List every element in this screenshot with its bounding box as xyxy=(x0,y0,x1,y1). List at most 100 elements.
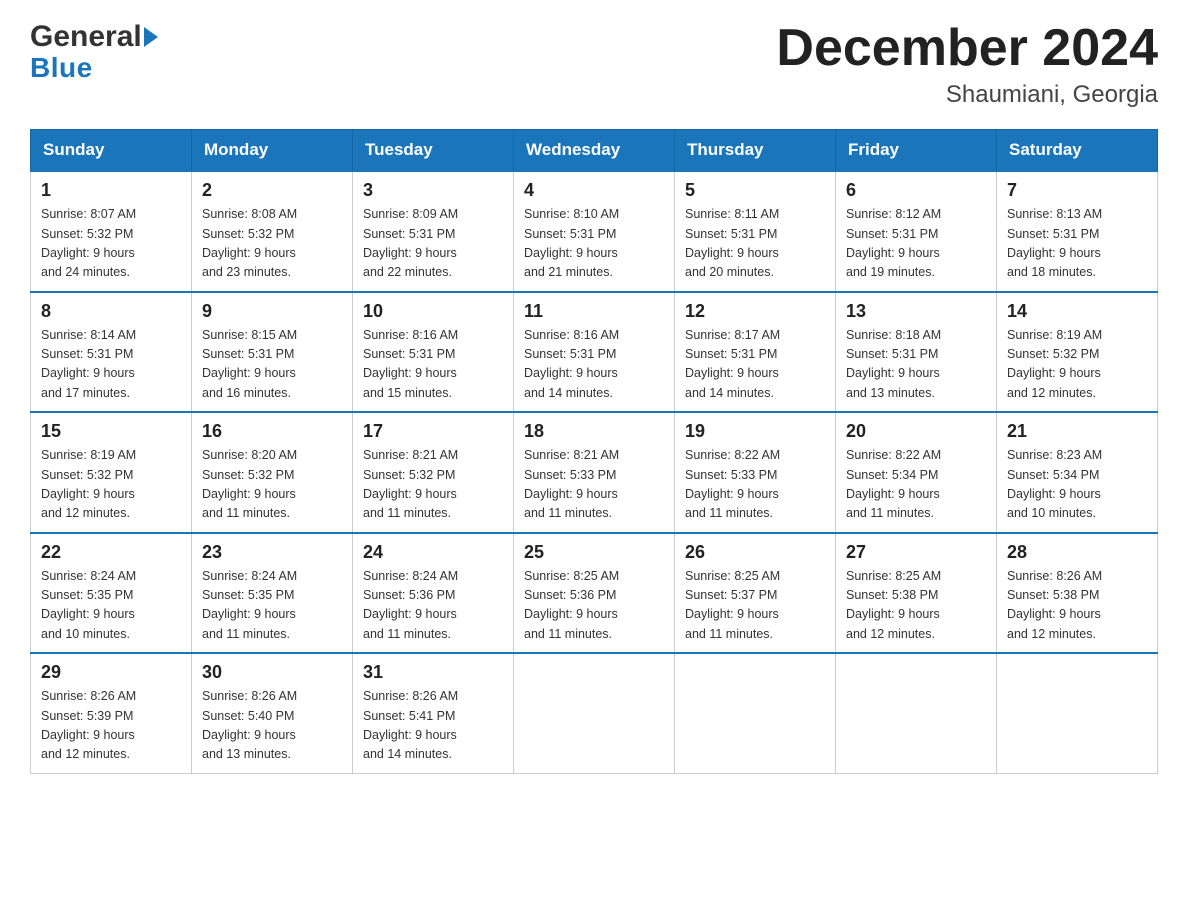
calendar-day-cell xyxy=(836,653,997,773)
calendar-day-cell: 11Sunrise: 8:16 AMSunset: 5:31 PMDayligh… xyxy=(514,292,675,413)
day-number: 12 xyxy=(685,301,825,322)
day-number: 31 xyxy=(363,662,503,683)
logo: General Blue xyxy=(30,20,158,84)
day-info: Sunrise: 8:15 AMSunset: 5:31 PMDaylight:… xyxy=(202,326,342,404)
day-number: 2 xyxy=(202,180,342,201)
day-number: 7 xyxy=(1007,180,1147,201)
day-number: 24 xyxy=(363,542,503,563)
day-info: Sunrise: 8:21 AMSunset: 5:32 PMDaylight:… xyxy=(363,446,503,524)
day-number: 22 xyxy=(41,542,181,563)
calendar-day-cell: 30 Sunrise: 8:26 AMSunset: 5:40 PMDayligh… xyxy=(192,653,353,773)
calendar-day-cell: 18 Sunrise: 8:21 AMSunset: 5:33 PMDayligh… xyxy=(514,412,675,533)
day-info: Sunrise: 8:08 AMSunset: 5:32 PMDaylight:… xyxy=(202,205,342,283)
day-number: 23 xyxy=(202,542,342,563)
col-thursday: Thursday xyxy=(675,130,836,172)
calendar-day-cell: 19 Sunrise: 8:22 AMSunset: 5:33 PMDayligh… xyxy=(675,412,836,533)
calendar-day-cell: 29 Sunrise: 8:26 AMSunset: 5:39 PMDayligh… xyxy=(31,653,192,773)
calendar-day-cell: 5 Sunrise: 8:11 AMSunset: 5:31 PMDaylight… xyxy=(675,171,836,292)
day-info: Sunrise: 8:16 AMSunset: 5:31 PMDaylight:… xyxy=(363,326,503,404)
day-info: Sunrise: 8:16 AMSunset: 5:31 PMDaylight:… xyxy=(524,326,664,404)
day-number: 14 xyxy=(1007,301,1147,322)
page-location: Shaumiani, Georgia xyxy=(776,81,1158,109)
day-info: Sunrise: 8:19 AMSunset: 5:32 PMDaylight:… xyxy=(41,446,181,524)
day-number: 1 xyxy=(41,180,181,201)
calendar-week-row: 15Sunrise: 8:19 AMSunset: 5:32 PMDayligh… xyxy=(31,412,1158,533)
day-info: Sunrise: 8:25 AMSunset: 5:36 PMDaylight:… xyxy=(524,567,664,645)
day-info: Sunrise: 8:07 AMSunset: 5:32 PMDaylight:… xyxy=(41,205,181,283)
day-number: 3 xyxy=(363,180,503,201)
calendar-day-cell: 8 Sunrise: 8:14 AMSunset: 5:31 PMDaylight… xyxy=(31,292,192,413)
page-title: December 2024 xyxy=(776,20,1158,77)
day-info: Sunrise: 8:26 AMSunset: 5:40 PMDaylight:… xyxy=(202,687,342,765)
calendar-day-cell: 16Sunrise: 8:20 AMSunset: 5:32 PMDayligh… xyxy=(192,412,353,533)
calendar-day-cell: 28 Sunrise: 8:26 AMSunset: 5:38 PMDayligh… xyxy=(997,533,1158,654)
day-number: 8 xyxy=(41,301,181,322)
calendar-day-cell: 6Sunrise: 8:12 AMSunset: 5:31 PMDaylight… xyxy=(836,171,997,292)
day-info: Sunrise: 8:11 AMSunset: 5:31 PMDaylight:… xyxy=(685,205,825,283)
logo-general-text: General xyxy=(30,20,142,54)
day-info: Sunrise: 8:24 AMSunset: 5:35 PMDaylight:… xyxy=(41,567,181,645)
calendar-week-row: 1 Sunrise: 8:07 AMSunset: 5:32 PMDaylight… xyxy=(31,171,1158,292)
calendar-week-row: 22 Sunrise: 8:24 AMSunset: 5:35 PMDayligh… xyxy=(31,533,1158,654)
day-info: Sunrise: 8:26 AMSunset: 5:39 PMDaylight:… xyxy=(41,687,181,765)
day-number: 26 xyxy=(685,542,825,563)
day-info: Sunrise: 8:22 AMSunset: 5:34 PMDaylight:… xyxy=(846,446,986,524)
col-tuesday: Tuesday xyxy=(353,130,514,172)
day-info: Sunrise: 8:13 AMSunset: 5:31 PMDaylight:… xyxy=(1007,205,1147,283)
day-info: Sunrise: 8:22 AMSunset: 5:33 PMDaylight:… xyxy=(685,446,825,524)
calendar-header-row: Sunday Monday Tuesday Wednesday Thursday… xyxy=(31,130,1158,172)
day-info: Sunrise: 8:20 AMSunset: 5:32 PMDaylight:… xyxy=(202,446,342,524)
calendar-day-cell: 10 Sunrise: 8:16 AMSunset: 5:31 PMDayligh… xyxy=(353,292,514,413)
calendar-day-cell: 21 Sunrise: 8:23 AMSunset: 5:34 PMDayligh… xyxy=(997,412,1158,533)
day-number: 10 xyxy=(363,301,503,322)
day-info: Sunrise: 8:17 AMSunset: 5:31 PMDaylight:… xyxy=(685,326,825,404)
day-number: 29 xyxy=(41,662,181,683)
day-number: 25 xyxy=(524,542,664,563)
day-number: 21 xyxy=(1007,421,1147,442)
day-number: 18 xyxy=(524,421,664,442)
calendar-day-cell: 3Sunrise: 8:09 AMSunset: 5:31 PMDaylight… xyxy=(353,171,514,292)
calendar-day-cell: 9 Sunrise: 8:15 AMSunset: 5:31 PMDaylight… xyxy=(192,292,353,413)
day-number: 27 xyxy=(846,542,986,563)
calendar-day-cell: 26 Sunrise: 8:25 AMSunset: 5:37 PMDayligh… xyxy=(675,533,836,654)
calendar-day-cell: 25 Sunrise: 8:25 AMSunset: 5:36 PMDayligh… xyxy=(514,533,675,654)
day-info: Sunrise: 8:23 AMSunset: 5:34 PMDaylight:… xyxy=(1007,446,1147,524)
day-info: Sunrise: 8:24 AMSunset: 5:35 PMDaylight:… xyxy=(202,567,342,645)
calendar-week-row: 8 Sunrise: 8:14 AMSunset: 5:31 PMDaylight… xyxy=(31,292,1158,413)
day-info: Sunrise: 8:19 AMSunset: 5:32 PMDaylight:… xyxy=(1007,326,1147,404)
calendar-day-cell xyxy=(675,653,836,773)
day-number: 20 xyxy=(846,421,986,442)
day-info: Sunrise: 8:24 AMSunset: 5:36 PMDaylight:… xyxy=(363,567,503,645)
calendar-day-cell: 15Sunrise: 8:19 AMSunset: 5:32 PMDayligh… xyxy=(31,412,192,533)
calendar-day-cell: 27Sunrise: 8:25 AMSunset: 5:38 PMDayligh… xyxy=(836,533,997,654)
day-info: Sunrise: 8:25 AMSunset: 5:37 PMDaylight:… xyxy=(685,567,825,645)
day-number: 19 xyxy=(685,421,825,442)
day-number: 9 xyxy=(202,301,342,322)
calendar-day-cell: 13Sunrise: 8:18 AMSunset: 5:31 PMDayligh… xyxy=(836,292,997,413)
day-number: 5 xyxy=(685,180,825,201)
day-number: 13 xyxy=(846,301,986,322)
day-number: 28 xyxy=(1007,542,1147,563)
col-friday: Friday xyxy=(836,130,997,172)
col-saturday: Saturday xyxy=(997,130,1158,172)
calendar-day-cell: 22 Sunrise: 8:24 AMSunset: 5:35 PMDayligh… xyxy=(31,533,192,654)
day-info: Sunrise: 8:21 AMSunset: 5:33 PMDaylight:… xyxy=(524,446,664,524)
calendar-day-cell: 2 Sunrise: 8:08 AMSunset: 5:32 PMDaylight… xyxy=(192,171,353,292)
calendar-day-cell: 4Sunrise: 8:10 AMSunset: 5:31 PMDaylight… xyxy=(514,171,675,292)
calendar-day-cell xyxy=(997,653,1158,773)
day-number: 4 xyxy=(524,180,664,201)
page-header: General Blue December 2024 Shaumiani, Ge… xyxy=(30,20,1158,109)
day-info: Sunrise: 8:26 AMSunset: 5:41 PMDaylight:… xyxy=(363,687,503,765)
day-info: Sunrise: 8:12 AMSunset: 5:31 PMDaylight:… xyxy=(846,205,986,283)
logo-blue-text: Blue xyxy=(30,52,93,84)
calendar-day-cell: 17 Sunrise: 8:21 AMSunset: 5:32 PMDayligh… xyxy=(353,412,514,533)
col-sunday: Sunday xyxy=(31,130,192,172)
logo-arrow-icon xyxy=(144,27,158,47)
calendar-day-cell: 31 Sunrise: 8:26 AMSunset: 5:41 PMDayligh… xyxy=(353,653,514,773)
calendar-day-cell: 23 Sunrise: 8:24 AMSunset: 5:35 PMDayligh… xyxy=(192,533,353,654)
day-number: 30 xyxy=(202,662,342,683)
calendar-day-cell: 20 Sunrise: 8:22 AMSunset: 5:34 PMDayligh… xyxy=(836,412,997,533)
day-info: Sunrise: 8:26 AMSunset: 5:38 PMDaylight:… xyxy=(1007,567,1147,645)
day-info: Sunrise: 8:14 AMSunset: 5:31 PMDaylight:… xyxy=(41,326,181,404)
day-number: 17 xyxy=(363,421,503,442)
